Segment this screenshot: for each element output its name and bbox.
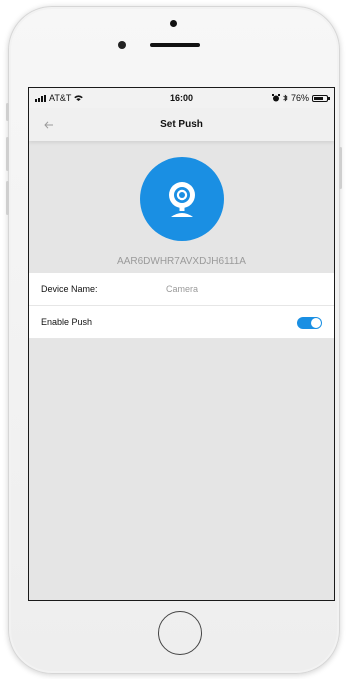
alarm-icon (271, 94, 280, 102)
enable-push-row: Enable Push (29, 306, 334, 339)
device-name-value: Camera (166, 284, 199, 294)
clock-time: 16:00 (169, 93, 194, 103)
toggle-knob (311, 318, 321, 328)
device-name-label: Device Name: (41, 284, 98, 294)
power-button (339, 147, 342, 189)
settings-list: Device Name: Camera Enable Push (29, 273, 334, 339)
volume-down-button (6, 181, 9, 215)
carrier-label: AT&T (49, 93, 72, 103)
device-header: AAR6DWHR7AVXDJH6111A (29, 141, 334, 273)
device-serial: AAR6DWHR7AVXDJH6111A (117, 256, 246, 267)
device-avatar (140, 157, 224, 241)
status-bar: AT&T 16:00 76% (29, 88, 334, 108)
battery-percent: 76% (290, 93, 309, 103)
app-screen: AT&T 16:00 76% Set Push AAR6DWHR7AVXDJH6… (28, 87, 335, 601)
back-arrow-icon (44, 121, 53, 129)
proximity-sensor (170, 20, 177, 27)
signal-icon (35, 94, 46, 102)
enable-push-toggle[interactable] (297, 317, 322, 329)
webcam-icon (169, 182, 195, 217)
page-title: Set Push (160, 119, 203, 130)
wifi-icon (74, 95, 84, 101)
earpiece-speaker (150, 43, 200, 47)
device-name-row[interactable]: Device Name: Camera (29, 273, 334, 306)
silent-switch (6, 103, 9, 121)
battery-icon (312, 94, 330, 102)
navigation-bar: Set Push (29, 108, 334, 141)
status-left: AT&T (35, 93, 125, 103)
back-button[interactable] (41, 117, 57, 133)
bluetooth-icon (283, 94, 288, 102)
status-right: 76% (238, 93, 330, 103)
enable-push-label: Enable Push (41, 317, 93, 327)
volume-up-button (6, 137, 9, 171)
front-camera (118, 41, 126, 49)
home-button[interactable] (158, 611, 202, 655)
